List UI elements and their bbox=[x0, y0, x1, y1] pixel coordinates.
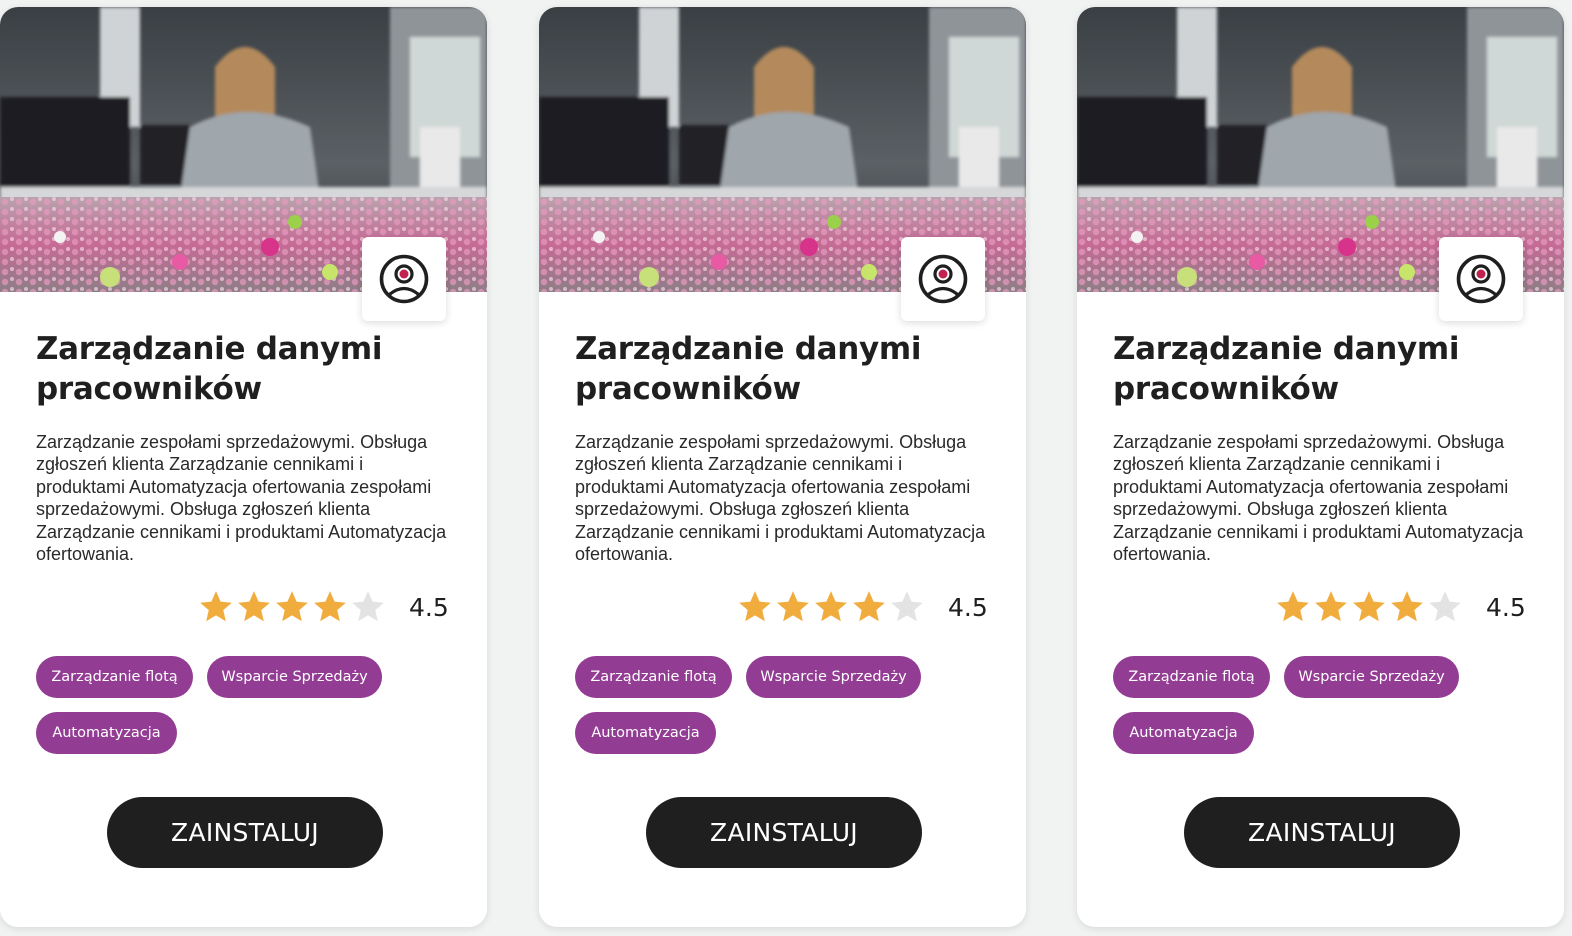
card-title: Zarządzanie danymi pracowników bbox=[1113, 331, 1460, 407]
tag[interactable]: Zarządzanie flotą bbox=[575, 656, 732, 698]
star-empty-icon bbox=[352, 591, 384, 622]
star-rating bbox=[197, 588, 387, 626]
star-filled-icon bbox=[200, 591, 232, 622]
user-profile-icon-box bbox=[901, 237, 985, 321]
tag[interactable]: Zarządzanie flotą bbox=[36, 656, 193, 698]
tag[interactable]: Wsparcie Sprzedaży bbox=[746, 656, 921, 698]
app-card: Zarządzanie danymi pracowników Zarządzan… bbox=[539, 7, 1026, 927]
card-title: Zarządzanie danymi pracowników bbox=[575, 331, 922, 407]
star-filled-icon bbox=[739, 591, 771, 622]
rating-value: 4.5 bbox=[948, 592, 988, 622]
app-card: Zarządzanie danymi pracowników Zarządzan… bbox=[0, 7, 487, 927]
card-description: Zarządzanie zespołami sprzedażowymi. Obs… bbox=[1113, 432, 1524, 565]
install-button[interactable]: ZAINSTALUJ bbox=[1184, 797, 1460, 868]
card-description: Zarządzanie zespołami sprzedażowymi. Obs… bbox=[36, 432, 447, 565]
tag[interactable]: Wsparcie Sprzedaży bbox=[207, 656, 382, 698]
star-empty-icon bbox=[1429, 591, 1461, 622]
star-rating bbox=[1274, 588, 1464, 626]
tag[interactable]: Wsparcie Sprzedaży bbox=[1284, 656, 1459, 698]
rating: 4.5 bbox=[197, 587, 449, 627]
user-profile-icon-box bbox=[362, 237, 446, 321]
tag[interactable]: Automatyzacja bbox=[1113, 712, 1254, 754]
star-filled-icon bbox=[1315, 591, 1347, 622]
app-card: Zarządzanie danymi pracowników Zarządzan… bbox=[1077, 7, 1564, 927]
star-filled-icon bbox=[1353, 591, 1385, 622]
star-filled-icon bbox=[314, 591, 346, 622]
install-button[interactable]: ZAINSTALUJ bbox=[646, 797, 922, 868]
tag[interactable]: Zarządzanie flotą bbox=[1113, 656, 1270, 698]
rating-value: 4.5 bbox=[409, 592, 449, 622]
star-filled-icon bbox=[853, 591, 885, 622]
star-filled-icon bbox=[238, 591, 270, 622]
star-filled-icon bbox=[1391, 591, 1423, 622]
rating-value: 4.5 bbox=[1486, 592, 1526, 622]
star-rating bbox=[736, 588, 926, 626]
user-profile-icon-box bbox=[1439, 237, 1523, 321]
star-filled-icon bbox=[777, 591, 809, 622]
star-filled-icon bbox=[815, 591, 847, 622]
install-button[interactable]: ZAINSTALUJ bbox=[107, 797, 383, 868]
card-description: Zarządzanie zespołami sprzedażowymi. Obs… bbox=[575, 432, 986, 565]
tag[interactable]: Automatyzacja bbox=[36, 712, 177, 754]
user-profile-icon bbox=[1456, 254, 1506, 304]
star-filled-icon bbox=[276, 591, 308, 622]
star-empty-icon bbox=[891, 591, 923, 622]
rating: 4.5 bbox=[736, 587, 988, 627]
rating: 4.5 bbox=[1274, 587, 1526, 627]
tag[interactable]: Automatyzacja bbox=[575, 712, 716, 754]
user-profile-icon bbox=[918, 254, 968, 304]
star-filled-icon bbox=[1277, 591, 1309, 622]
user-profile-icon bbox=[379, 254, 429, 304]
card-title: Zarządzanie danymi pracowników bbox=[36, 331, 383, 407]
